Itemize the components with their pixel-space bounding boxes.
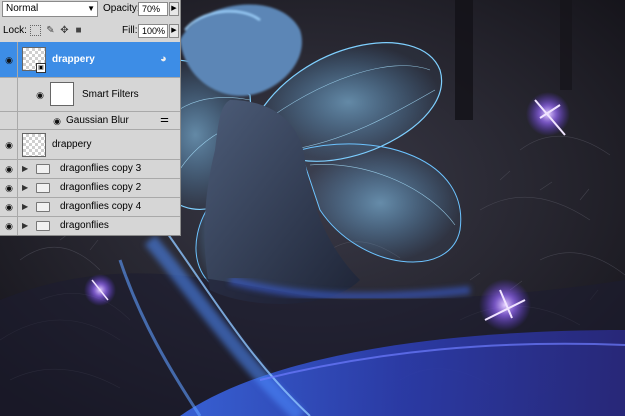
eye-icon[interactable]: ◉ [2, 202, 16, 212]
fill-label: Fill: [122, 25, 138, 36]
fill-slider-button[interactable]: ▶ [169, 24, 179, 38]
layer-row-drappery[interactable]: ◉ drappery [0, 130, 180, 160]
layer-row-dragonflies-copy-2[interactable]: ◉ ▶ dragonflies copy 2 [0, 179, 180, 198]
eye-icon[interactable]: ◉ [2, 221, 16, 231]
lock-move-icon[interactable]: ✥ [59, 25, 70, 36]
blend-row: Normal ▼ Opacity: 70% ▶ [0, 0, 181, 20]
layer-name: Gaussian Blur [66, 115, 129, 126]
lock-label: Lock: [3, 25, 27, 36]
layer-thumbnail [22, 133, 46, 157]
expand-triangle-icon[interactable]: ▶ [22, 164, 28, 174]
chevron-down-icon: ▼ [87, 4, 95, 13]
visibility-cell [0, 112, 18, 129]
folder-icon [36, 164, 50, 174]
layer-name: dragonflies copy 2 [60, 182, 142, 193]
eye-icon[interactable]: ◉ [2, 55, 16, 65]
tree-trunk [560, 0, 572, 90]
dragonfly-glow [526, 92, 570, 136]
folder-icon [36, 202, 50, 212]
filter-mask-thumbnail [50, 82, 74, 106]
layer-row-dragonflies-copy-3[interactable]: ◉ ▶ dragonflies copy 3 [0, 160, 180, 179]
lock-all-icon[interactable]: ■ [73, 25, 84, 36]
layer-row-smart-filters[interactable]: ◉ Smart Filters [0, 78, 180, 112]
smart-object-badge-icon: ▣ [36, 63, 46, 73]
eye-icon[interactable]: ◉ [50, 116, 64, 126]
layer-row-gaussian-blur[interactable]: ◉ Gaussian Blur ⚌ [0, 112, 180, 130]
layer-name: drappery [52, 139, 92, 150]
tree-trunk [455, 0, 473, 120]
dragonfly-glow [479, 279, 531, 331]
dragonfly-glow [84, 274, 116, 306]
filter-options-icon[interactable]: ⚌ [160, 114, 169, 125]
layer-name: dragonflies [60, 220, 109, 231]
expand-triangle-icon[interactable]: ▶ [22, 221, 28, 231]
opacity-label: Opacity: [103, 3, 140, 14]
layers-panel: Normal ▼ Opacity: 70% ▶ Lock: ✎ ✥ ■ Fill… [0, 0, 181, 236]
layer-name: dragonflies copy 4 [60, 201, 142, 212]
eye-icon[interactable]: ◉ [2, 183, 16, 193]
layer-name: drappery [52, 54, 95, 65]
layer-row-dragonflies-copy-4[interactable]: ◉ ▶ dragonflies copy 4 [0, 198, 180, 217]
layer-row-drappery-smart[interactable]: ◉ ▣ drappery ◕ [0, 42, 180, 78]
blend-mode-value: Normal [6, 3, 39, 14]
lock-paint-icon[interactable]: ✎ [45, 25, 56, 36]
folder-icon [36, 183, 50, 193]
visibility-cell [0, 78, 18, 111]
layer-row-dragonflies[interactable]: ◉ ▶ dragonflies [0, 217, 180, 235]
blend-mode-select[interactable]: Normal ▼ [2, 1, 98, 17]
filter-effects-icon[interactable]: ◕ [160, 53, 167, 65]
folder-icon [36, 221, 50, 231]
layer-name: dragonflies copy 3 [60, 163, 142, 174]
opacity-slider-button[interactable]: ▶ [169, 2, 179, 16]
eye-icon[interactable]: ◉ [2, 164, 16, 174]
eye-icon[interactable]: ◉ [33, 90, 47, 100]
layer-name: Smart Filters [82, 89, 139, 100]
lock-transparent-icon[interactable] [30, 25, 41, 36]
expand-triangle-icon[interactable]: ▶ [22, 202, 28, 212]
opacity-field[interactable]: 70% [138, 2, 168, 16]
eye-icon[interactable]: ◉ [2, 140, 16, 150]
expand-triangle-icon[interactable]: ▶ [22, 183, 28, 193]
fill-field[interactable]: 100% [138, 24, 168, 38]
